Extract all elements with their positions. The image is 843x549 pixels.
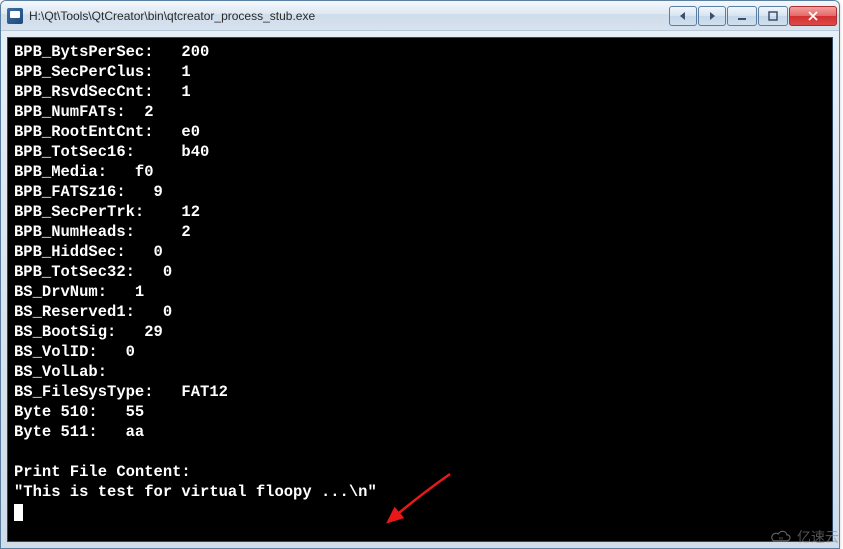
watermark: ∞ 亿速云	[769, 527, 839, 547]
maximize-icon	[767, 11, 779, 21]
minimize-button[interactable]	[727, 6, 757, 26]
close-button[interactable]	[789, 6, 837, 26]
maximize-button[interactable]	[758, 6, 788, 26]
prev-button[interactable]	[669, 6, 697, 26]
console-window: H:\Qt\Tools\QtCreator\bin\qtcreator_proc…	[0, 0, 840, 549]
titlebar[interactable]: H:\Qt\Tools\QtCreator\bin\qtcreator_proc…	[1, 1, 839, 31]
window-controls	[669, 6, 837, 26]
triangle-right-icon	[706, 11, 718, 21]
svg-text:∞: ∞	[779, 536, 783, 542]
window-title: H:\Qt\Tools\QtCreator\bin\qtcreator_proc…	[29, 9, 669, 23]
next-button[interactable]	[698, 6, 726, 26]
cloud-icon: ∞	[769, 527, 793, 547]
watermark-text: 亿速云	[797, 527, 839, 547]
minimize-icon	[736, 11, 748, 21]
console-output[interactable]: BPB_BytsPerSec: 200 BPB_SecPerClus: 1 BP…	[7, 37, 833, 542]
triangle-left-icon	[677, 11, 689, 21]
app-icon	[7, 8, 23, 24]
close-icon	[807, 11, 819, 21]
cursor	[14, 504, 23, 521]
